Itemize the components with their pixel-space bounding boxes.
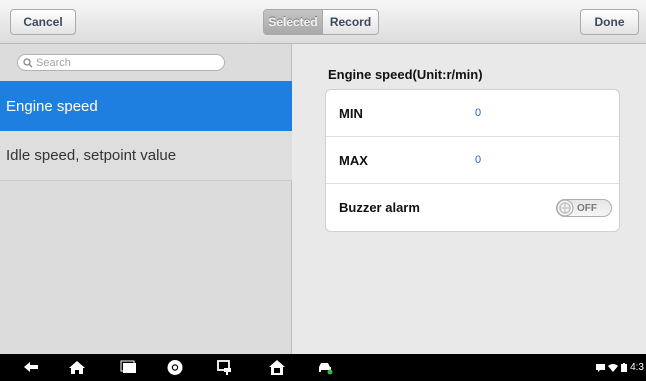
threshold-card: MIN 0 MAX 0 Buzzer alarm OFF xyxy=(325,89,620,232)
system-navbar: 4:3 xyxy=(0,354,646,381)
buzzer-toggle[interactable]: OFF xyxy=(556,199,612,217)
message-icon xyxy=(596,363,606,372)
search-box[interactable] xyxy=(17,54,225,71)
search-input[interactable] xyxy=(36,55,216,70)
tab-selected[interactable]: Selected xyxy=(264,10,322,34)
screenshot-icon[interactable] xyxy=(216,359,234,376)
tab-record[interactable]: Record xyxy=(322,10,378,34)
buzzer-label: Buzzer alarm xyxy=(339,200,420,215)
sidebar-item-idle-speed[interactable]: Idle speed, setpoint value xyxy=(0,131,292,181)
battery-icon xyxy=(621,363,628,372)
max-value[interactable]: 0 xyxy=(475,154,481,166)
search-icon xyxy=(23,57,33,67)
sidebar: Engine speed Idle speed, setpoint value xyxy=(0,44,292,354)
status-area: 4:3 xyxy=(596,362,644,373)
buzzer-row: Buzzer alarm OFF xyxy=(326,184,619,231)
home-icon[interactable] xyxy=(68,359,86,376)
top-toolbar: Cancel Selected Record Done xyxy=(0,0,646,44)
max-row[interactable]: MAX 0 xyxy=(326,137,619,184)
back-icon[interactable] xyxy=(22,359,40,376)
min-label: MIN xyxy=(339,105,363,121)
toggle-state-label: OFF xyxy=(577,202,597,214)
browser-icon[interactable] xyxy=(166,359,184,376)
cancel-button[interactable]: Cancel xyxy=(10,9,76,35)
recent-apps-icon[interactable] xyxy=(120,359,138,376)
detail-title: Engine speed(Unit:r/min) xyxy=(328,67,483,82)
clock-time: 4:3 xyxy=(630,362,644,373)
min-value[interactable]: 0 xyxy=(475,107,481,119)
max-label: MAX xyxy=(339,152,368,168)
toggle-knob-icon xyxy=(556,199,574,217)
min-row[interactable]: MIN 0 xyxy=(326,90,619,137)
view-segmented-control: Selected Record xyxy=(263,9,379,35)
wifi-icon xyxy=(608,363,619,372)
car-icon[interactable] xyxy=(316,359,334,376)
sidebar-item-engine-speed[interactable]: Engine speed xyxy=(0,81,292,131)
detail-panel: Engine speed(Unit:r/min) MIN 0 MAX 0 Buz… xyxy=(292,44,646,354)
done-button[interactable]: Done xyxy=(580,9,639,35)
vci-home-icon[interactable] xyxy=(268,359,286,376)
